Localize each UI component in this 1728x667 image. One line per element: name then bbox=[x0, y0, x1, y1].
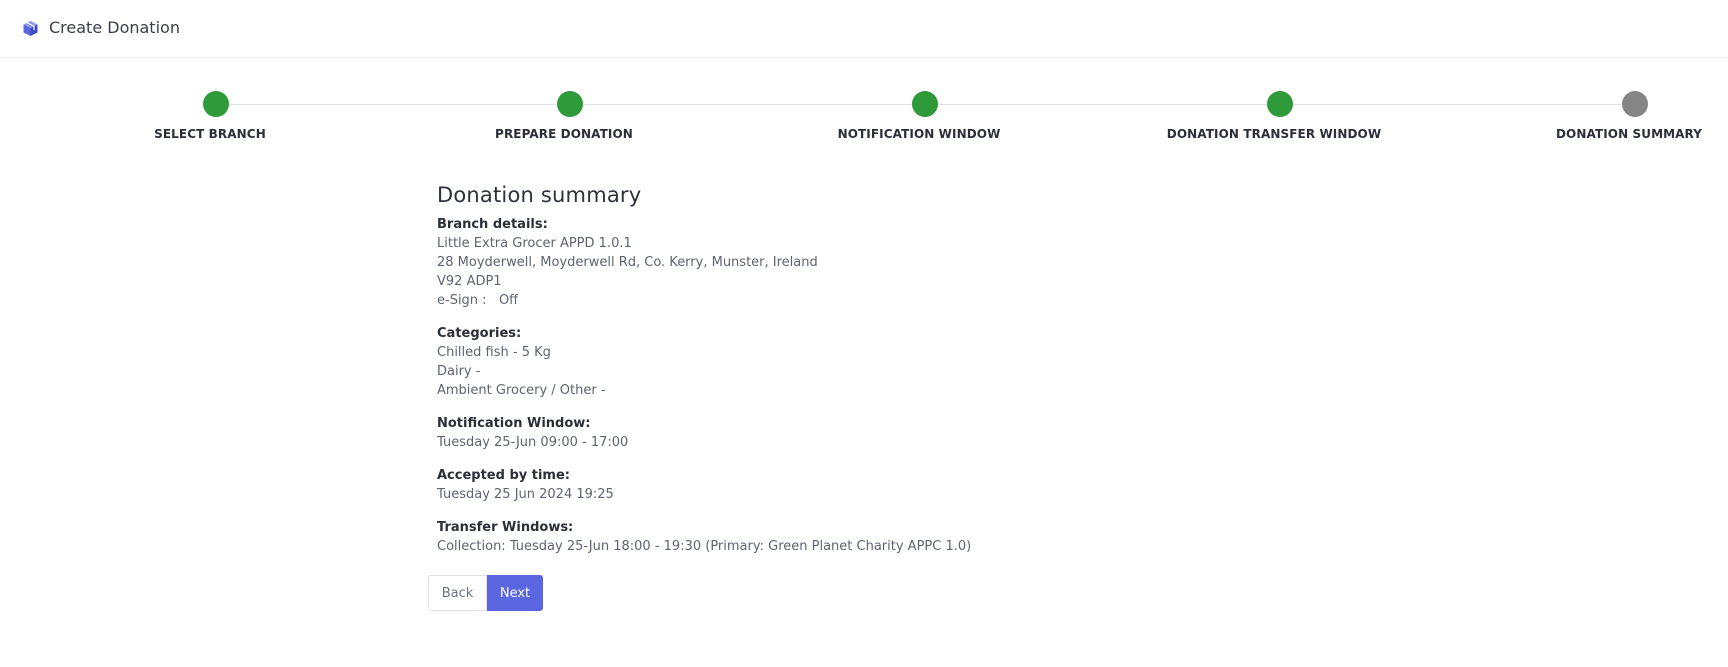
step-select-branch: SELECT BRANCH bbox=[86, 90, 346, 141]
branch-details-section: Branch details: Little Extra Grocer APPD… bbox=[437, 215, 1337, 310]
form-actions: Back Next bbox=[428, 575, 543, 611]
step-pending-indicator bbox=[1622, 91, 1648, 117]
notification-window-heading: Notification Window: bbox=[437, 416, 591, 431]
step-label: DONATION SUMMARY bbox=[1555, 127, 1703, 141]
notification-window-section: Notification Window: Tuesday 25-Jun 09:0… bbox=[437, 414, 1337, 452]
categories-heading: Categories: bbox=[437, 326, 522, 341]
top-bar: Create Donation bbox=[0, 0, 1728, 58]
donation-summary-panel: Donation summary Branch details: Little … bbox=[437, 183, 1337, 570]
branch-name: Little Extra Grocer APPD 1.0.1 bbox=[437, 236, 632, 251]
cube-icon bbox=[23, 21, 38, 36]
step-notification-window: NOTIFICATION WINDOW bbox=[795, 90, 1055, 141]
step-label: DONATION TRANSFER WINDOW bbox=[1166, 127, 1382, 141]
step-label: SELECT BRANCH bbox=[154, 127, 266, 141]
step-complete-indicator bbox=[1267, 91, 1293, 117]
transfer-window-value: Collection: Tuesday 25-Jun 18:00 - 19:30… bbox=[437, 539, 972, 554]
accepted-by-section: Accepted by time: Tuesday 25 Jun 2024 19… bbox=[437, 466, 1337, 504]
step-label: NOTIFICATION WINDOW bbox=[837, 127, 1001, 141]
esign-status: e-Sign : Off bbox=[437, 293, 519, 308]
branch-address: 28 Moyderwell, Moyderwell Rd, Co. Kerry,… bbox=[437, 255, 818, 270]
step-complete-indicator bbox=[203, 91, 229, 117]
step-donation-transfer-window: DONATION TRANSFER WINDOW bbox=[1150, 90, 1410, 141]
accepted-by-heading: Accepted by time: bbox=[437, 468, 570, 483]
transfer-windows-heading: Transfer Windows: bbox=[437, 520, 574, 535]
step-prepare-donation: PREPARE DONATION bbox=[440, 90, 700, 141]
notification-window-value: Tuesday 25-Jun 09:00 - 17:00 bbox=[437, 435, 629, 450]
transfer-windows-section: Transfer Windows: Collection: Tuesday 25… bbox=[437, 518, 1337, 556]
branch-details-heading: Branch details: bbox=[437, 217, 548, 232]
progress-stepper: SELECT BRANCH PREPARE DONATION NOTIFICAT… bbox=[0, 90, 1728, 150]
page-title: Create Donation bbox=[49, 18, 180, 37]
categories-section: Categories: Chilled fish - 5 Kg Dairy - … bbox=[437, 324, 1337, 400]
category-item: Dairy - bbox=[437, 364, 481, 379]
accepted-by-value: Tuesday 25 Jun 2024 19:25 bbox=[437, 487, 614, 502]
summary-title: Donation summary bbox=[437, 183, 642, 207]
category-item: Chilled fish - 5 Kg bbox=[437, 345, 551, 360]
back-button[interactable]: Back bbox=[428, 575, 487, 611]
step-label: PREPARE DONATION bbox=[495, 127, 633, 141]
category-item: Ambient Grocery / Other - bbox=[437, 383, 606, 398]
step-complete-indicator bbox=[557, 91, 583, 117]
next-button[interactable]: Next bbox=[487, 575, 543, 611]
step-complete-indicator bbox=[912, 91, 938, 117]
step-donation-summary: DONATION SUMMARY bbox=[1505, 90, 1728, 141]
branch-postcode: V92 ADP1 bbox=[437, 274, 502, 289]
